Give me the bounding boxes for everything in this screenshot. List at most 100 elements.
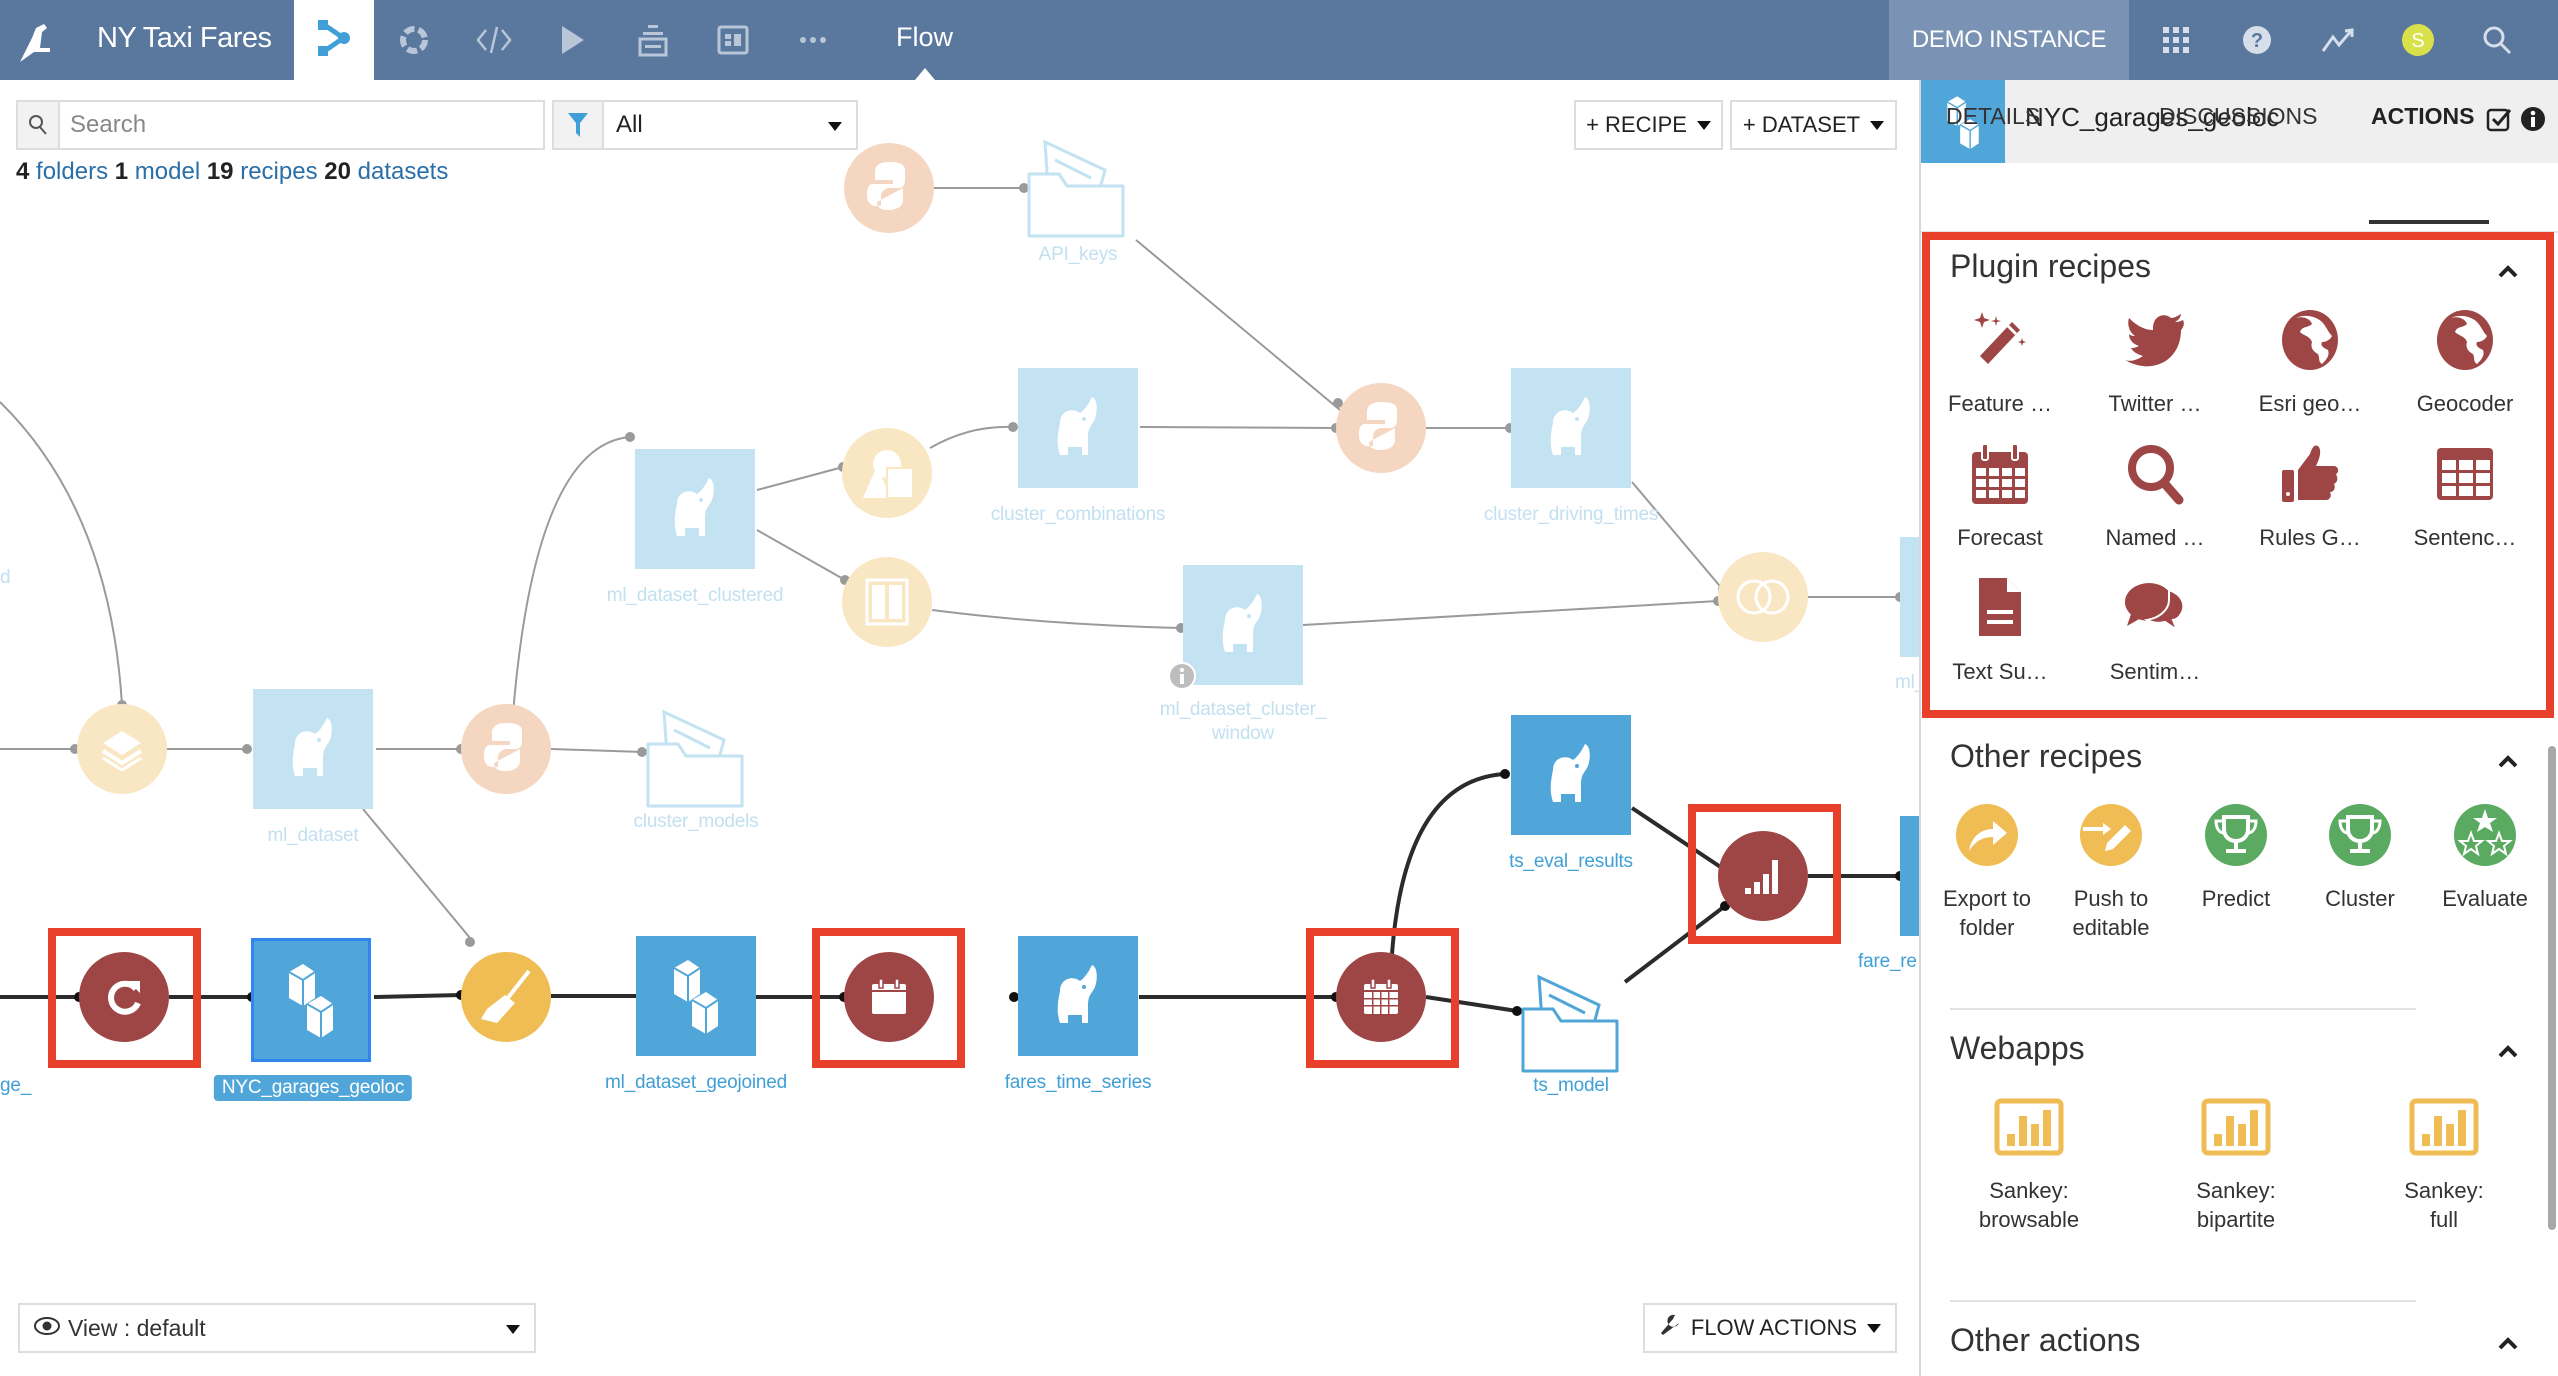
- python-icon: [865, 158, 913, 219]
- dataset-node-cluster-combinations[interactable]: [1018, 368, 1138, 488]
- hdfs-elephant-icon: [1550, 744, 1590, 802]
- stack-recipe-node[interactable]: [77, 704, 167, 794]
- activity-icon[interactable]: [2318, 20, 2358, 60]
- flow-filter-select[interactable]: All: [552, 100, 858, 150]
- plugin-recipe-item[interactable]: Named …: [2080, 439, 2230, 552]
- dataiku-bird-logo-icon[interactable]: [14, 18, 62, 66]
- link-clustered-window: [756, 529, 846, 581]
- plugin-recipe-item[interactable]: Twitter …: [2080, 305, 2230, 418]
- dataset-node-ml-dataset-clustered[interactable]: [635, 449, 755, 569]
- search-icon: [18, 102, 60, 148]
- python-recipe-node[interactable]: [844, 143, 934, 233]
- search-icon[interactable]: [2477, 20, 2517, 60]
- python-icon: [1357, 398, 1405, 459]
- join-recipe-node[interactable]: [1718, 552, 1808, 642]
- code-icon[interactable]: [474, 20, 514, 60]
- hdfs-elephant-icon: [1057, 965, 1097, 1023]
- webapp-item[interactable]: Sankey: bipartite: [2161, 1092, 2311, 1234]
- datasets-icon[interactable]: [633, 20, 673, 60]
- window-recipe-node[interactable]: [842, 557, 932, 647]
- dataset-node-ts-eval-results[interactable]: [1511, 715, 1631, 835]
- add-recipe-button[interactable]: + RECIPE: [1574, 100, 1723, 150]
- flow-actions-button[interactable]: FLOW ACTIONS: [1643, 1303, 1897, 1353]
- hdfs-elephant-icon: [1057, 397, 1097, 455]
- item-label: Sentenc…: [2413, 525, 2517, 550]
- twitter-icon: [2120, 305, 2190, 375]
- chevron-up-icon[interactable]: [2496, 1332, 2520, 1356]
- webapp-chart-icon: [2409, 1092, 2479, 1162]
- lab-icon[interactable]: [394, 20, 434, 60]
- datasets-link[interactable]: datasets: [358, 158, 449, 185]
- python-recipe-node[interactable]: [1336, 383, 1426, 473]
- pivot-recipe-node[interactable]: [842, 428, 932, 518]
- plugin-recipe-item[interactable]: Rules G…: [2235, 439, 2385, 552]
- more-icon[interactable]: [793, 20, 833, 60]
- plugin-recipe-item[interactable]: Geocoder: [2390, 305, 2540, 418]
- chevron-up-icon[interactable]: [2496, 750, 2520, 774]
- help-icon[interactable]: ?: [2237, 20, 2277, 60]
- dataset-node-ml-dataset-cluster-window[interactable]: [1183, 565, 1303, 685]
- chevron-down-icon: [1870, 120, 1885, 130]
- boxes-icon: [288, 964, 334, 1038]
- node-label: cluster_combinations: [990, 504, 1166, 525]
- folder-node-ts-model[interactable]: [1519, 965, 1623, 1075]
- dataset-node-ml-dataset[interactable]: [253, 689, 373, 809]
- item-label: Forecast: [1957, 525, 2043, 550]
- dataiku-flow-app: NY Taxi Fares Flow DEMO INSTANCE ? S API…: [0, 0, 2558, 1376]
- dataset-node-ml-dataset-geojoined[interactable]: [636, 936, 756, 1056]
- prepare-recipe-node[interactable]: [461, 952, 551, 1042]
- webapp-item[interactable]: Sankey: browsable: [1954, 1092, 2104, 1234]
- project-title[interactable]: NY Taxi Fares: [97, 22, 272, 55]
- run-icon[interactable]: [553, 20, 593, 60]
- node-label: cluster_models: [633, 811, 759, 832]
- link-curve-stack: [0, 401, 123, 706]
- item-label: Named …: [2105, 525, 2205, 550]
- search-input[interactable]: [60, 102, 543, 148]
- active-tab-indicator: [2369, 220, 2489, 224]
- avatar[interactable]: S: [2398, 20, 2438, 60]
- tab-discussions[interactable]: DISCUSSIONS: [2159, 103, 2317, 130]
- add-dataset-button[interactable]: + DATASET: [1730, 100, 1897, 150]
- flow-search-box[interactable]: [16, 100, 545, 150]
- apps-grid-icon[interactable]: [2156, 20, 2196, 60]
- tab-actions[interactable]: ACTIONS: [2371, 103, 2475, 130]
- plugin-recipe-item[interactable]: Feature …: [1925, 305, 2075, 418]
- recipes-link[interactable]: recipes: [240, 158, 317, 185]
- svg-text:S: S: [2411, 30, 2424, 52]
- info-badge-icon[interactable]: [1168, 662, 1196, 690]
- plugin-recipe-item[interactable]: Forecast: [1925, 439, 2075, 552]
- other-recipe-item[interactable]: Evaluate: [2410, 800, 2558, 913]
- section-title-plugin-recipes: Plugin recipes: [1950, 248, 2151, 284]
- dataset-node-ml-da-partial[interactable]: [1900, 537, 1919, 657]
- tab-details[interactable]: DETAILS: [1946, 103, 2040, 130]
- plugin-recipe-item[interactable]: Esri geo…: [2235, 305, 2385, 418]
- plugin-recipe-item[interactable]: Sentim…: [2080, 573, 2230, 686]
- plugin-recipe-item[interactable]: Sentenc…: [2390, 439, 2540, 552]
- flow-canvas[interactable]: API_keys cluster_combinations cluster_dr…: [0, 80, 1919, 1376]
- nav-flow-tab[interactable]: [294, 0, 374, 80]
- breadcrumb-flow[interactable]: Flow: [896, 22, 953, 53]
- dashboard-icon[interactable]: [713, 20, 753, 60]
- dataset-node-cluster-driving-times[interactable]: [1511, 368, 1631, 488]
- link-clustered-pivot: [756, 466, 844, 491]
- folder-node-cluster-models[interactable]: [644, 700, 748, 810]
- chevron-up-icon[interactable]: [2496, 260, 2520, 284]
- folder-node-api-keys[interactable]: [1025, 130, 1129, 240]
- view-selector[interactable]: View : default: [18, 1303, 536, 1353]
- chevron-up-icon[interactable]: [2496, 1040, 2520, 1064]
- plugin-recipe-item[interactable]: Text Su…: [1925, 573, 2075, 686]
- node-label-partial: ge_: [0, 1075, 32, 1096]
- models-link[interactable]: model: [135, 158, 200, 185]
- webapp-item[interactable]: Sankey: full: [2369, 1092, 2519, 1234]
- python-recipe-node[interactable]: [461, 704, 551, 794]
- dataset-node-fares-time-series[interactable]: [1018, 936, 1138, 1056]
- link-pivot-combinations: [929, 425, 1014, 449]
- instance-badge[interactable]: DEMO INSTANCE: [1889, 0, 2129, 80]
- info-icon[interactable]: [2520, 106, 2546, 137]
- item-label: Evaluate: [2442, 886, 2528, 911]
- checkbox-icon[interactable]: [2486, 106, 2512, 137]
- chevron-down-icon: [828, 122, 842, 131]
- dataset-node-nyc-garages-geoloc-selected[interactable]: [251, 938, 371, 1062]
- folders-link[interactable]: folders: [36, 158, 108, 185]
- highlight-box: [1688, 804, 1841, 944]
